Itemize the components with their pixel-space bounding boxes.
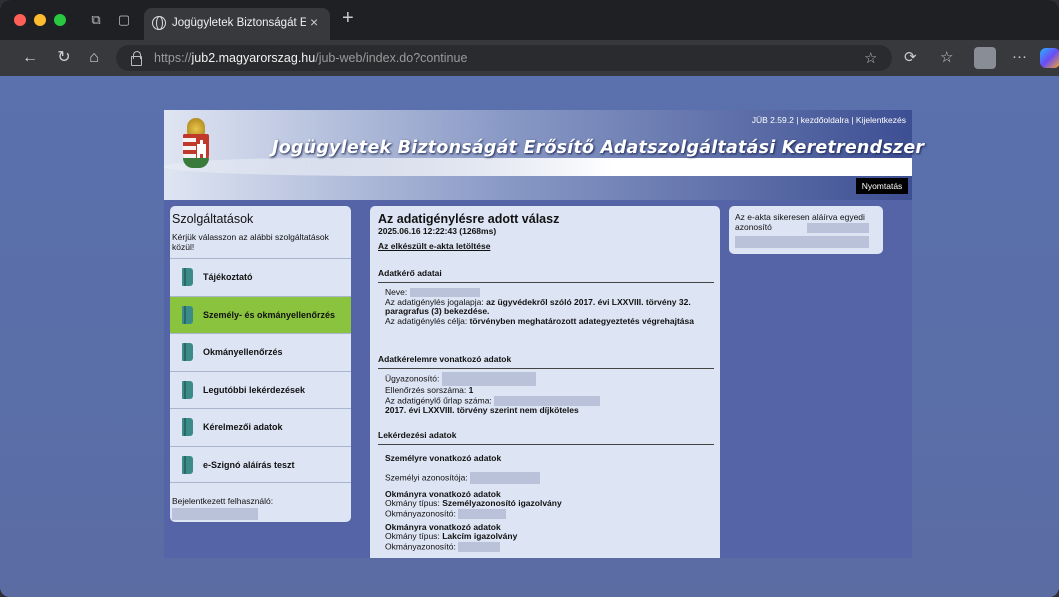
home-link[interactable]: kezdőoldalra (801, 115, 849, 125)
book-icon (182, 380, 193, 399)
book-icon (182, 418, 193, 436)
copilot-icon[interactable] (1040, 48, 1059, 68)
favorites-icon[interactable]: ☆ (940, 48, 953, 66)
page-title: Az adatigénylésre adott válasz (378, 212, 560, 226)
redacted-id (807, 223, 869, 233)
sidebar-item-e-szigno-teszt[interactable]: e-Szignó aláírás teszt (170, 445, 351, 483)
site-banner: Jogügyletek Biztonságát Erősítő Adatszol… (164, 110, 924, 200)
coat-of-arms-logo (182, 118, 210, 180)
redacted-id-value (735, 236, 869, 248)
sidebar-item-legutobbi-lekerdezesek[interactable]: Legutóbbi lekérdezések (170, 370, 351, 409)
person-section-heading: Személyre vonatkozó adatok (385, 453, 502, 463)
address-bar[interactable]: https://jub2.magyarorszag.hu/jub-web/ind… (116, 45, 892, 71)
minimize-window-button[interactable] (34, 14, 46, 26)
browser-window: ⧉ ▢ Jogügyletek Biztonságát Erősít × + ←… (0, 0, 1059, 597)
tab-title: Jogügyletek Biztonságát Erősít (172, 17, 306, 29)
sidebar-item-okmanyellenorzes[interactable]: Okmányellenőrzés (170, 333, 351, 371)
version-label: JÜB 2.59.2 (751, 115, 794, 125)
sidebar-item-kerelmezoi-adatok[interactable]: Kérelmezői adatok (170, 408, 351, 446)
request-details: Ügyazonosító: Ellenőrzés sorszáma: 1 Az … (385, 372, 715, 415)
logout-link[interactable]: Kijelentkezés (856, 115, 906, 125)
favorite-star-icon[interactable]: ☆ (864, 49, 877, 67)
print-button[interactable]: Nyomtatás (856, 178, 908, 194)
browser-tab[interactable]: Jogügyletek Biztonságát Erősít × (144, 8, 330, 40)
globe-icon (152, 16, 166, 30)
header-links: JÜB 2.59.2 | kezdőoldalra | Kijelentkezé… (751, 115, 906, 125)
extensions-icon[interactable]: ⟳ (904, 48, 917, 66)
profile-avatar[interactable] (974, 47, 996, 69)
book-icon (182, 268, 193, 286)
maximize-window-button[interactable] (54, 14, 66, 26)
book-icon (182, 455, 193, 474)
services-sidebar: Szolgáltatások Kérjük válasszon az alább… (170, 206, 351, 522)
signature-notice: Az e-akta sikeresen aláírva egyedi azono… (729, 206, 883, 254)
workspaces-icon[interactable]: ⧉ (88, 12, 104, 28)
book-icon (182, 305, 193, 324)
url-text: https://jub2.magyarorszag.hu/jub-web/ind… (154, 51, 468, 65)
sidebar-item-szemely-okmanyellenorzes[interactable]: Személy- és okmányellenőrzés (170, 295, 351, 333)
book-icon (182, 343, 193, 361)
sidebar-item-tajekoztato[interactable]: Tájékoztató (170, 258, 351, 296)
request-section-heading: Adatkérelemre vonatkozó adatok (378, 354, 714, 369)
requester-details: Neve: Az adatigénylés jogalapja: az ügyv… (385, 287, 694, 326)
tab-bar: ⧉ ▢ Jogügyletek Biztonságát Erősít × + (0, 0, 1059, 40)
requester-section-heading: Adatkérő adatai (378, 268, 714, 283)
logged-in-label: Bejelentkezett felhasználó: (172, 496, 274, 506)
sidebar-intro: Kérjük válasszon az alábbi szolgáltatáso… (172, 232, 329, 252)
site-frame: Jogügyletek Biztonságát Erősítő Adatszol… (164, 110, 924, 558)
reload-icon[interactable]: ↻ (54, 49, 74, 67)
response-panel: Az adatigénylésre adott válasz 2025.06.1… (370, 206, 720, 558)
back-icon[interactable]: ← (20, 49, 40, 67)
page-content: Jogügyletek Biztonságát Erősítő Adatszol… (0, 76, 1059, 597)
query-section-heading: Lekérdezési adatok (378, 430, 714, 445)
site-title: Jogügyletek Biztonságát Erősítő Adatszol… (272, 138, 925, 158)
redacted-username (172, 508, 258, 520)
more-menu-icon[interactable]: ··· (1012, 48, 1027, 65)
close-window-button[interactable] (14, 14, 26, 26)
response-timestamp: 2025.06.16 12:22:43 (1268ms) (378, 226, 497, 236)
new-tab-button[interactable]: + (342, 8, 354, 28)
tab-actions-icon[interactable]: ▢ (116, 12, 132, 28)
download-e-akta-link[interactable]: Az elkészült e-akta letöltése (378, 241, 490, 251)
query-details: Személyre vonatkozó adatok Személyi azon… (385, 453, 715, 552)
banner-swoosh (164, 158, 912, 176)
home-icon[interactable]: ⌂ (84, 49, 104, 67)
lock-icon (130, 51, 142, 66)
services-menu: Tájékoztató Személy- és okmányellenőrzés… (170, 258, 351, 483)
address-toolbar: ← ↻ ⌂ https://jub2.magyarorszag.hu/jub-w… (0, 40, 1059, 76)
sidebar-title: Szolgáltatások (172, 212, 254, 226)
close-tab-icon[interactable]: × (310, 14, 318, 30)
